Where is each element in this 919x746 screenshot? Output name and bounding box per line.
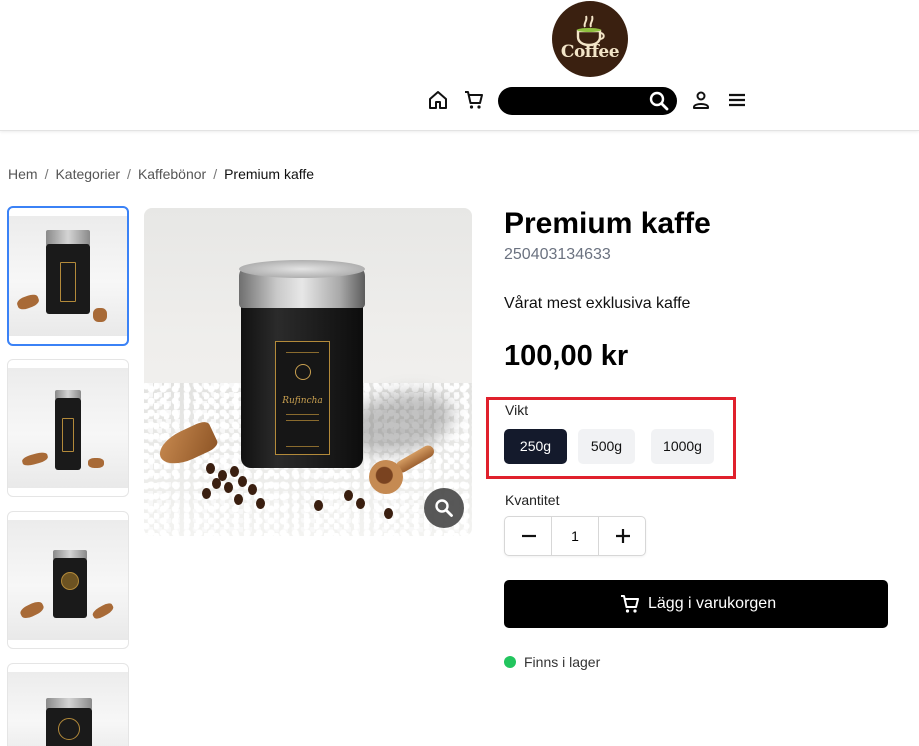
add-to-cart-label: Lägg i varukorgen	[648, 595, 777, 612]
breadcrumb: Hem / Kategorier / Kaffebönor / Premium kaffe	[8, 166, 314, 182]
menu-icon[interactable]	[725, 88, 749, 112]
weight-option-250g[interactable]: 250g	[504, 429, 567, 464]
breadcrumb-separator: /	[44, 166, 49, 182]
quantity-stepper	[504, 516, 646, 556]
home-icon[interactable]	[426, 88, 450, 112]
coffee-logo[interactable]: Coffee	[552, 1, 628, 77]
stock-status-text: Finns i lager	[524, 654, 601, 670]
thumbnail-3[interactable]	[7, 511, 129, 649]
cart-icon	[618, 592, 642, 616]
product-thumbnail-image	[8, 368, 128, 488]
wooden-scoop	[369, 460, 403, 494]
search-bar	[498, 87, 677, 115]
zoom-button[interactable]	[424, 488, 464, 528]
site-header: Coffee	[0, 0, 919, 131]
search-input[interactable]	[510, 91, 640, 111]
product-sku: 250403134633	[504, 246, 611, 263]
product-thumbnail-image	[8, 520, 128, 640]
breadcrumb-separator: /	[127, 166, 131, 182]
breadcrumb-separator: /	[213, 166, 218, 182]
minus-icon	[522, 534, 536, 538]
product-price: 100,00 kr	[504, 340, 629, 372]
breadcrumb-categories[interactable]: Kategorier	[55, 166, 120, 182]
weight-option-500g[interactable]: 500g	[578, 429, 635, 464]
can-lid-top	[239, 260, 365, 278]
can-brand-text: Rufincha	[282, 396, 323, 406]
cart-icon[interactable]	[462, 88, 486, 112]
breadcrumb-home[interactable]: Hem	[8, 166, 38, 182]
thumbnail-1[interactable]	[7, 206, 129, 346]
main-product-image[interactable]: Rufincha	[144, 208, 472, 536]
product-thumbnail-image	[9, 216, 127, 336]
product-thumbnail-image	[8, 672, 128, 746]
plus-icon	[616, 529, 630, 543]
quantity-input[interactable]	[552, 517, 598, 555]
weight-label: Vikt	[505, 402, 529, 418]
search-icon[interactable]	[647, 89, 671, 113]
stock-status: Finns i lager	[504, 654, 600, 670]
quantity-decrease-button[interactable]	[505, 517, 552, 555]
can-label: Rufincha	[275, 341, 330, 455]
thumbnail-4[interactable]	[7, 663, 129, 746]
thumbnail-2[interactable]	[7, 359, 129, 497]
user-icon[interactable]	[689, 88, 713, 112]
quantity-increase-button[interactable]	[598, 517, 645, 555]
breadcrumb-coffee-beans[interactable]: Kaffebönor	[138, 166, 206, 182]
weight-option-1000g[interactable]: 1000g	[651, 429, 714, 464]
zoom-icon	[435, 499, 453, 517]
quantity-label: Kvantitet	[505, 492, 560, 508]
logo-text: Coffee	[560, 42, 620, 62]
drop-emblem-icon	[295, 364, 311, 380]
add-to-cart-button[interactable]: Lägg i varukorgen	[504, 580, 888, 628]
in-stock-indicator-icon	[504, 656, 516, 668]
product-description: Vårat mest exklusiva kaffe	[504, 295, 691, 312]
product-title: Premium kaffe	[504, 207, 711, 240]
breadcrumb-current: Premium kaffe	[224, 166, 315, 182]
